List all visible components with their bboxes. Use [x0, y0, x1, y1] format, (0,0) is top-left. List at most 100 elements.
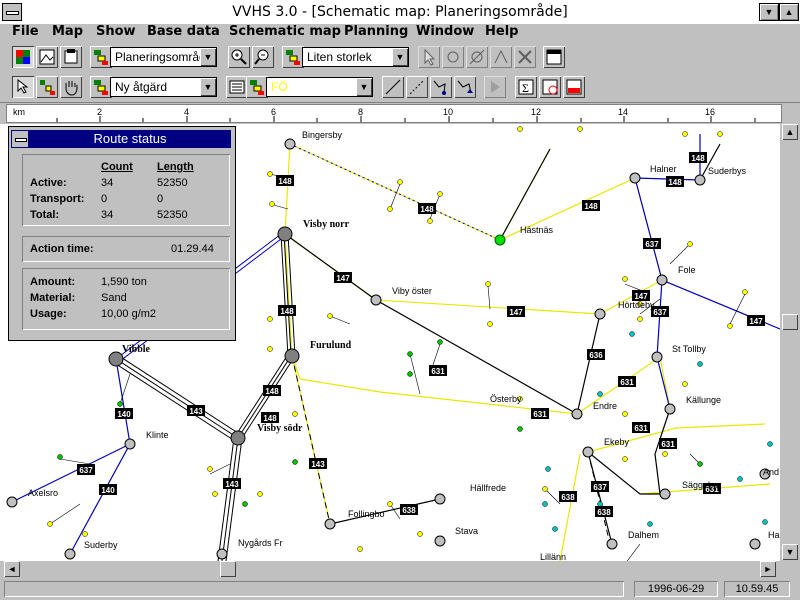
place-label: Ha: [768, 530, 780, 540]
route-tag-label: 148: [263, 414, 277, 423]
maximize-button[interactable]: ▲: [779, 3, 799, 21]
route-tag-label: 143: [311, 460, 325, 469]
delete-tool-icon[interactable]: [514, 46, 536, 68]
place-label: Axelsro: [28, 488, 58, 498]
print-preview-icon[interactable]: [60, 46, 82, 68]
route-end-icon[interactable]: [454, 76, 476, 98]
route-tag-label: 140: [101, 486, 115, 495]
menu-show[interactable]: Show: [96, 24, 136, 39]
size-select[interactable]: Liten storlek ▼: [302, 47, 409, 67]
status-date: 1996-06-29: [634, 581, 718, 597]
action-layer-icon[interactable]: [90, 76, 112, 98]
material-group: Amount: 1,590 ton Material: Sand Usage: …: [22, 268, 230, 330]
vertical-scrollbar[interactable]: ▲ ▼: [780, 124, 800, 561]
route-tag-label: 143: [225, 480, 239, 489]
route-tag-label: 143: [189, 407, 203, 416]
place-label: Stava: [455, 526, 478, 536]
area-select[interactable]: Planeringsområde ▼: [110, 47, 217, 67]
scale-ruler: km 2 4 6 8 10 12 14 16: [6, 104, 782, 123]
scroll-right-icon[interactable]: ►: [760, 561, 776, 577]
map-color-icon[interactable]: [12, 46, 34, 68]
list-view-icon[interactable]: [226, 76, 248, 98]
menu-base-data[interactable]: Base data: [147, 24, 220, 39]
time-report-icon[interactable]: [539, 76, 561, 98]
scroll-down-icon[interactable]: ▼: [782, 544, 798, 560]
picture-icon[interactable]: [36, 46, 58, 68]
route-tag-label: 140: [117, 410, 131, 419]
link-tool-icon[interactable]: [466, 46, 488, 68]
layer-icon[interactable]: [90, 46, 112, 68]
add-node-icon[interactable]: [36, 76, 58, 98]
size-layer-icon[interactable]: [282, 46, 304, 68]
zoom-out-icon[interactable]: [252, 46, 274, 68]
place-label: Visby södr: [257, 423, 303, 434]
route-start-icon[interactable]: [430, 76, 452, 98]
route-tag-label: 637: [593, 483, 607, 492]
calendar-icon[interactable]: [543, 46, 565, 68]
usage-value: 10,00 g/m2: [101, 308, 157, 320]
place-label: Säggebu: [682, 480, 718, 490]
route-tag-label: 631: [533, 410, 547, 419]
row-length: 0: [157, 193, 164, 205]
scroll-up-icon[interactable]: ▲: [782, 124, 798, 140]
vertical-scroll-thumb[interactable]: [782, 314, 798, 330]
panel-menu-button[interactable]: [12, 131, 28, 147]
place-label: Ekeby: [604, 437, 630, 447]
menu-schematic-map[interactable]: Schematic map: [229, 24, 341, 39]
svg-text:Σ: Σ: [522, 81, 529, 95]
play-icon[interactable]: [484, 76, 506, 98]
pointer-icon[interactable]: [418, 46, 440, 68]
row-label: Active:: [30, 177, 67, 189]
action-select[interactable]: Ny åtgärd ▼: [110, 77, 217, 97]
menu-help[interactable]: Help: [485, 24, 518, 39]
field-layer-icon[interactable]: [246, 76, 268, 98]
scroll-left-icon[interactable]: ◄: [4, 561, 20, 577]
route-tag-label: 638: [402, 506, 416, 515]
amount-value: 1,590 ton: [101, 276, 147, 288]
field-select[interactable]: FÖ ▼: [266, 77, 373, 97]
route-tag-label: 147: [749, 317, 763, 326]
route-tag-label: 148: [420, 205, 434, 214]
chevron-down-icon[interactable]: ▼: [200, 48, 216, 66]
action-time-group: Action time: 01.29.44: [22, 236, 230, 262]
route-tag-label: 148: [265, 387, 279, 396]
place-label: Viby öster: [392, 286, 432, 296]
draw-dashed-line-icon[interactable]: [406, 76, 428, 98]
zoom-in-icon[interactable]: [228, 46, 250, 68]
menu-bar: File Map Show Base data Schematic map Pl…: [0, 24, 800, 42]
field-select-value: FÖ: [271, 80, 288, 94]
chevron-down-icon[interactable]: ▼: [200, 78, 216, 96]
place-label: Follingbo: [348, 509, 385, 519]
chevron-down-icon[interactable]: ▼: [356, 78, 372, 96]
select-node-icon[interactable]: [12, 76, 34, 98]
route-tag-label: 637: [79, 466, 93, 475]
menu-file[interactable]: File: [12, 24, 39, 39]
sum-icon[interactable]: Σ: [515, 76, 537, 98]
route-tag-label: 148: [584, 202, 598, 211]
chevron-down-icon[interactable]: ▼: [392, 48, 408, 66]
route-tool-icon[interactable]: [490, 46, 512, 68]
horizontal-scroll-thumb[interactable]: [220, 561, 236, 577]
ton-report-icon[interactable]: [563, 76, 585, 98]
hand-pan-icon[interactable]: [60, 76, 82, 98]
menu-planning[interactable]: Planning: [344, 24, 408, 39]
place-label: Furulund: [310, 340, 352, 351]
action-time-label: Action time:: [30, 243, 94, 255]
draw-line-icon[interactable]: [382, 76, 404, 98]
ruler-tick: 4: [184, 107, 190, 117]
menu-map[interactable]: Map: [52, 24, 83, 39]
panel-caption: Route status: [11, 130, 231, 148]
row-label: Total:: [30, 209, 60, 221]
dashed-roads: [291, 355, 611, 545]
row-count: 34: [101, 177, 114, 189]
horizontal-scrollbar[interactable]: ◄ ►: [0, 561, 780, 578]
node-tool-icon[interactable]: [442, 46, 464, 68]
status-bar: 1996-06-29 10.59.45: [0, 578, 800, 600]
minimize-button[interactable]: ▼: [759, 3, 779, 21]
route-status-panel[interactable]: Route status Count Length Active: 34 523…: [8, 126, 236, 341]
place-label: Österby: [490, 394, 522, 404]
menu-window[interactable]: Window: [416, 24, 474, 39]
ruler-tick: 6: [271, 107, 277, 117]
title-bar: VVHS 3.0 - [Schematic map: Planeringsomr…: [0, 0, 800, 25]
place-label: Hörtdeby: [618, 300, 655, 310]
